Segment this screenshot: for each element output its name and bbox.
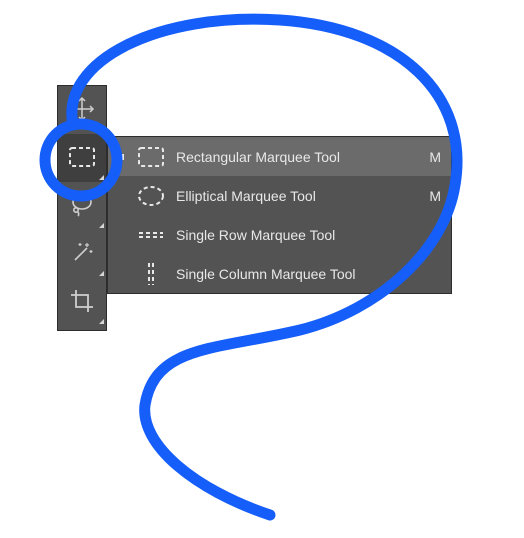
- flyout-item-single-row-marquee[interactable]: Single Row Marquee Tool: [108, 215, 451, 254]
- magic-wand-icon: [69, 240, 95, 269]
- elliptical-marquee-icon: [136, 184, 166, 208]
- flyout-caret-icon: [99, 175, 104, 180]
- toolbar-item-marquee[interactable]: [58, 134, 106, 182]
- flyout-item-shortcut: M: [423, 188, 441, 204]
- toolbar-item-wand[interactable]: [58, 230, 106, 278]
- crop-icon: [69, 288, 95, 317]
- selected-indicator: [116, 269, 126, 279]
- flyout-caret-icon: [99, 223, 104, 228]
- single-row-marquee-icon: [136, 223, 166, 247]
- flyout-item-label: Single Row Marquee Tool: [176, 227, 413, 243]
- toolbar-item-lasso[interactable]: [58, 182, 106, 230]
- toolbar-item-move[interactable]: [58, 86, 106, 134]
- flyout-caret-icon: [99, 319, 104, 324]
- rectangular-marquee-icon: [136, 145, 166, 169]
- toolbar: [57, 85, 107, 331]
- selected-indicator: [116, 230, 126, 240]
- flyout-item-label: Elliptical Marquee Tool: [176, 188, 413, 204]
- flyout-item-shortcut: M: [423, 149, 441, 165]
- flyout-item-label: Rectangular Marquee Tool: [176, 149, 413, 165]
- flyout-item-rectangular-marquee[interactable]: Rectangular Marquee Tool M: [108, 137, 451, 176]
- marquee-flyout-menu: Rectangular Marquee Tool M Elliptical Ma…: [107, 136, 452, 294]
- rectangular-marquee-icon: [68, 146, 96, 171]
- single-column-marquee-icon: [136, 262, 166, 286]
- flyout-caret-icon: [99, 271, 104, 276]
- lasso-icon: [69, 192, 95, 221]
- move-icon: [69, 96, 95, 125]
- selected-indicator: [116, 152, 126, 162]
- flyout-caret-icon: [99, 127, 104, 132]
- flyout-item-label: Single Column Marquee Tool: [176, 266, 413, 282]
- toolbar-item-crop[interactable]: [58, 278, 106, 326]
- flyout-item-single-column-marquee[interactable]: Single Column Marquee Tool: [108, 254, 451, 293]
- selected-indicator: [116, 191, 126, 201]
- flyout-item-elliptical-marquee[interactable]: Elliptical Marquee Tool M: [108, 176, 451, 215]
